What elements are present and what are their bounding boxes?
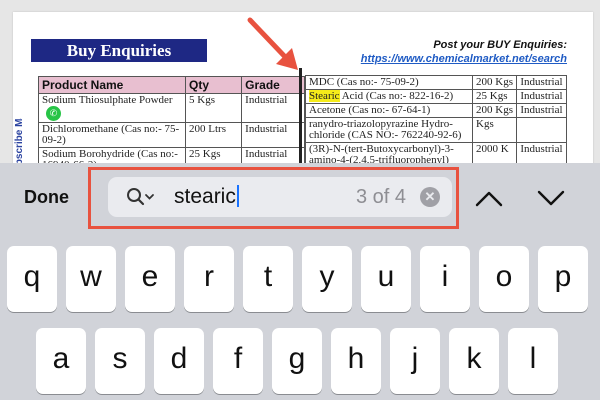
table-cell: Kgs [471,117,518,143]
key-l[interactable]: l [508,328,558,394]
post-enquiries-title: Post your BUY Enquiries: [433,39,567,51]
column-divider [299,68,302,163]
table-cell: Acetone (Cas no:- 67-64-1) [305,103,473,118]
table-row: Acetone (Cas no:- 67-64-1) 200 Kgs Indus… [305,103,567,118]
key-w[interactable]: w [66,246,116,312]
left-enquiry-table: Product Name Qty Grade Sodium Thiosulpha… [38,76,305,163]
onscreen-keyboard: q w e r t y u i o p a s d f g h j k l [0,233,600,400]
key-i[interactable]: i [420,246,470,312]
table-cell: 25 Kgs [184,147,243,163]
table-cell: (3R)-N-(tert-Butoxycarbonyl)-3-amino-4-(… [305,142,473,163]
table-cell: Industrial [516,75,567,90]
key-h[interactable]: h [331,328,381,394]
table-cell: 25 Kgs [471,89,518,104]
key-j[interactable]: j [390,328,440,394]
table-cell: Sodium Borohydride (Cas no:- 16940-66-2) [38,147,186,163]
key-o[interactable]: o [479,246,529,312]
subscribe-side-text: Subscribe Ma [14,118,24,163]
table-cell: 5 Kgs [184,93,243,123]
done-button[interactable]: Done [24,187,69,208]
search-field-highlight-outline [88,167,459,229]
key-s[interactable]: s [95,328,145,394]
chevron-up-icon[interactable] [472,183,506,213]
right-enquiry-table: MDC (Cas no:- 75-09-2) 200 Kgs Industria… [305,75,567,163]
whatsapp-icon[interactable]: ✆ [46,106,61,121]
key-r[interactable]: r [184,246,234,312]
table-row: ranydro-triazolopyrazine Hydro-chloride … [305,117,567,143]
table-cell: 200 Kgs [471,103,518,118]
chevron-down-icon[interactable] [534,183,568,213]
table-cell: Industrial [241,122,305,148]
header-product-name: Product Name [38,76,186,94]
table-cell: MDC (Cas no:- 75-09-2) [305,75,473,90]
table-cell: Industrial [241,93,305,123]
table-cell: Industrial [241,147,305,163]
key-e[interactable]: e [125,246,175,312]
search-match-highlight: Stearic [309,90,340,102]
header-qty: Qty [184,76,243,94]
annotation-arrow-icon [247,17,298,70]
table-row: MDC (Cas no:- 75-09-2) 200 Kgs Industria… [305,75,567,90]
post-enquiries-link[interactable]: https://www.chemicalmarket.net/search [343,53,567,65]
table-row: Dichloromethane (Cas no:- 75-09-2) 200 L… [38,122,305,148]
table-cell: 200 Ltrs [184,122,243,148]
find-in-page-bar: Done stearic 3 of 4 ✕ [0,163,600,233]
table-row: Stearic Acid (Cas no:- 822-16-2) 25 Kgs … [305,89,567,104]
table-cell: Sodium Thiosulphate Powder✆ [38,93,186,123]
key-a[interactable]: a [36,328,86,394]
key-d[interactable]: d [154,328,204,394]
table-row: Sodium Borohydride (Cas no:- 16940-66-2)… [38,147,305,163]
key-y[interactable]: y [302,246,352,312]
document-view[interactable]: Buy Enquiries Subscribe Ma Post your BUY… [0,0,600,163]
table-cell: ranydro-triazolopyrazine Hydro-chloride … [305,117,473,143]
table-cell: Industrial [516,142,567,163]
key-k[interactable]: k [449,328,499,394]
key-t[interactable]: t [243,246,293,312]
table-row: (3R)-N-(tert-Butoxycarbonyl)-3-amino-4-(… [305,142,567,163]
table-cell: Dichloromethane (Cas no:- 75-09-2) [38,122,186,148]
table-row: Sodium Thiosulphate Powder✆ 5 Kgs Indust… [38,93,305,123]
table-cell: 2000 K [471,142,518,163]
table-cell: Stearic Acid (Cas no:- 822-16-2) [305,89,473,104]
table-cell: 200 Kgs [471,75,518,90]
key-q[interactable]: q [7,246,57,312]
buy-enquiries-title: Buy Enquiries [31,39,207,62]
key-f[interactable]: f [213,328,263,394]
key-u[interactable]: u [361,246,411,312]
key-g[interactable]: g [272,328,322,394]
key-p[interactable]: p [538,246,588,312]
table-cell [516,117,567,143]
table-cell: Industrial [516,89,567,104]
table-cell: Industrial [516,103,567,118]
